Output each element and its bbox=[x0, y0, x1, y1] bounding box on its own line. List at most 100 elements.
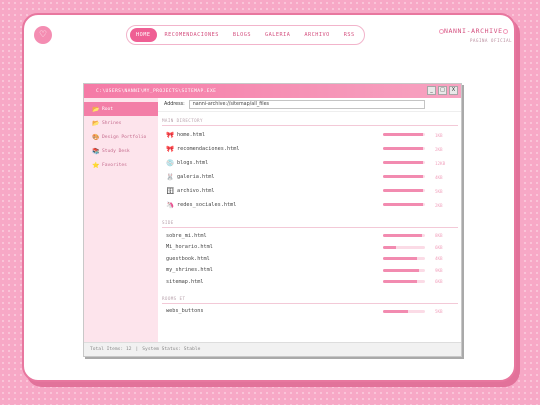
main-nav: HOME RECOMENDACIONES BLOGS GALERIA ARCHI… bbox=[126, 25, 365, 45]
file-size-bar bbox=[383, 161, 425, 164]
file-size-bar-fill bbox=[383, 234, 422, 237]
file-size-bar-fill bbox=[383, 245, 396, 249]
nav-archivo[interactable]: ARCHIVO bbox=[298, 28, 335, 42]
file-row[interactable]: 🎀 recomendaciones.html 2KB bbox=[162, 142, 458, 156]
file-name[interactable]: webs_buttons bbox=[166, 308, 203, 314]
file-size-bar bbox=[383, 257, 425, 260]
disc-icon: 💿 bbox=[166, 159, 175, 167]
divider bbox=[162, 227, 458, 228]
file-size-bar bbox=[383, 309, 425, 313]
bunny-icon: 🐰 bbox=[166, 173, 175, 181]
file-size: 4KB bbox=[435, 174, 443, 180]
sidebar-item-design-portfolio[interactable]: 🎨 Design Portfolio bbox=[84, 130, 158, 144]
file-row[interactable]: my_shrines.html 9KB bbox=[162, 265, 458, 277]
file-size-bar-fill bbox=[383, 147, 423, 150]
file-size-bar-fill bbox=[383, 268, 419, 272]
file-row[interactable]: sitemap.html 6KB bbox=[162, 276, 458, 288]
file-name[interactable]: redes_sociales.html bbox=[177, 202, 236, 208]
file-size-bar-fill bbox=[383, 309, 409, 313]
file-size: 2KB bbox=[435, 146, 443, 152]
sidebar-item-label: Shrines bbox=[102, 120, 122, 126]
file-size: 5KB bbox=[435, 308, 443, 314]
divider bbox=[162, 302, 458, 304]
file-size-bar-fill bbox=[383, 189, 423, 192]
file-size: 5KB bbox=[435, 188, 443, 194]
file-size-bar bbox=[383, 147, 425, 150]
nav-galeria[interactable]: GALERIA bbox=[259, 28, 296, 42]
nav-blogs[interactable]: BLOGS bbox=[227, 28, 257, 42]
file-name[interactable]: sobre_mi.html bbox=[166, 233, 207, 239]
file-size: 9KB bbox=[435, 267, 443, 273]
site-title[interactable]: NANNI-ARCHIVE bbox=[439, 27, 508, 35]
section-label-main: MAIN DIRECTORY bbox=[162, 118, 203, 123]
sidebar-item-label: Root bbox=[102, 106, 114, 112]
file-row[interactable]: guestbook.html 4KB bbox=[162, 253, 458, 265]
unicorn-icon: 🦄 bbox=[166, 201, 175, 209]
sidebar-item-shrines[interactable]: 📂 Shrines bbox=[84, 116, 158, 130]
sidebar-item-study-desk[interactable]: 📚 Study Desk bbox=[84, 144, 158, 158]
file-size: 12KB bbox=[435, 160, 446, 166]
file-size: 6KB bbox=[435, 244, 443, 250]
nav-recomendaciones[interactable]: RECOMENDACIONES bbox=[159, 28, 225, 42]
main-file-group: 🎀 home.html 1KB 🎀 recomendaciones.html 2KB 💿 bl… bbox=[162, 128, 458, 212]
file-row[interactable]: 🐰 galeria.html 4KB bbox=[162, 170, 458, 184]
file-name[interactable]: home.html bbox=[177, 132, 205, 138]
address-bar: Address: nanni-archive://sitemap/all_fil… bbox=[158, 98, 461, 112]
site-subtitle: PAGINA OFICIAL bbox=[470, 38, 513, 43]
section-label-side: SIDE bbox=[162, 220, 174, 225]
file-name[interactable]: galeria.html bbox=[177, 174, 214, 180]
circle-icon bbox=[502, 28, 508, 34]
file-size-bar bbox=[383, 280, 425, 283]
window-titlebar[interactable]: C:\USERS\NANNI\MY_PROJECTS\SITEMAP.EXE _… bbox=[84, 84, 461, 98]
file-row[interactable]: 🦄 redes_sociales.html 2KB bbox=[162, 198, 458, 212]
file-size: 1KB bbox=[435, 132, 443, 138]
file-name[interactable]: guestbook.html bbox=[166, 256, 210, 262]
status-bar: Total Items: 12 | System Status: Stable bbox=[84, 342, 461, 356]
maximize-button[interactable]: □ bbox=[438, 86, 447, 95]
divider bbox=[162, 125, 458, 126]
sidebar-item-label: Favorites bbox=[102, 162, 127, 168]
file-name[interactable]: blogs.html bbox=[177, 160, 208, 166]
heart-logo-icon[interactable]: ♡ bbox=[34, 26, 52, 44]
status-total-items: Total Items: 12 bbox=[90, 347, 132, 352]
file-size: 2KB bbox=[435, 202, 443, 208]
window-title-path: C:\USERS\NANNI\MY_PROJECTS\SITEMAP.EXE bbox=[96, 88, 217, 94]
section-label-rooms: ROOMS ET bbox=[162, 295, 186, 301]
file-size-bar bbox=[383, 133, 425, 136]
file-name[interactable]: sitemap.html bbox=[166, 279, 203, 285]
folder-icon: 📂 bbox=[92, 105, 100, 113]
file-row[interactable]: sobre_mi.html 8KB bbox=[162, 230, 458, 242]
file-name[interactable]: Mi_horario.html bbox=[166, 244, 213, 250]
file-name[interactable]: recomendaciones.html bbox=[177, 146, 239, 152]
books-icon: 📚 bbox=[92, 147, 100, 155]
minimize-button[interactable]: _ bbox=[427, 86, 436, 95]
close-button[interactable]: X bbox=[449, 86, 458, 95]
sidebar-item-root[interactable]: 📂 Root bbox=[84, 102, 158, 116]
file-row[interactable]: 💿 blogs.html 12KB bbox=[162, 156, 458, 170]
status-separator: | bbox=[135, 347, 139, 352]
file-size-bar bbox=[383, 175, 425, 178]
file-name[interactable]: my_shrines.html bbox=[166, 267, 213, 273]
rooms-file-group: webs_buttons 5KB bbox=[162, 306, 458, 318]
side-file-group: sobre_mi.html 8KB Mi_horario.html 6KB guestb… bbox=[162, 230, 458, 288]
file-size-bar bbox=[383, 189, 425, 192]
file-list: MAIN DIRECTORY 🎀 home.html 1KB 🎀 recomendaci… bbox=[162, 116, 458, 317]
file-row[interactable]: 🗄 archivo.html 5KB bbox=[162, 184, 458, 198]
sidebar-item-favorites[interactable]: ⭐ Favorites bbox=[84, 158, 158, 172]
status-system: System Status: Stable bbox=[142, 347, 201, 352]
ribbon-icon: 🎀 bbox=[166, 131, 175, 139]
sidebar-item-label: Design Portfolio bbox=[102, 134, 147, 140]
sitemap-window: C:\USERS\NANNI\MY_PROJECTS\SITEMAP.EXE _… bbox=[83, 83, 462, 357]
nav-home[interactable]: HOME bbox=[130, 28, 157, 42]
file-size-bar bbox=[383, 268, 425, 272]
address-input[interactable]: nanni-archive://sitemap/all_files bbox=[188, 100, 425, 109]
page-frame: ♡ HOME RECOMENDACIONES BLOGS GALERIA ARC… bbox=[22, 13, 516, 382]
nav-rss[interactable]: RSS bbox=[338, 28, 361, 42]
file-size: 4KB bbox=[435, 256, 443, 262]
file-size: 6KB bbox=[435, 279, 443, 285]
file-row[interactable]: 🎀 home.html 1KB bbox=[162, 128, 458, 142]
file-size: 8KB bbox=[435, 233, 443, 239]
file-row[interactable]: Mi_horario.html 6KB bbox=[162, 242, 458, 254]
file-name[interactable]: archivo.html bbox=[177, 188, 214, 194]
file-row[interactable]: webs_buttons 5KB bbox=[162, 306, 458, 318]
